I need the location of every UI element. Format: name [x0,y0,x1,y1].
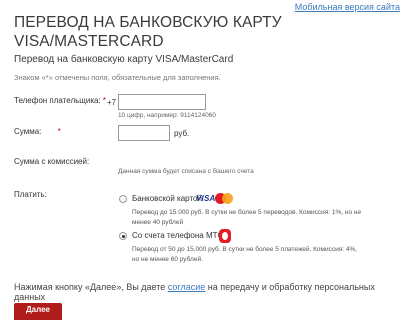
required-fields-note: Знаком «*» отмечены поля, обязательные д… [14,73,221,82]
payment-label: Платить: [14,190,47,199]
radio-bank-card[interactable] [119,195,127,203]
commission-note: Данная сумма будет списана с Вашего счет… [118,168,254,175]
commission-label: Сумма с комиссией: [14,157,90,166]
mts-logo-icon [219,229,231,243]
option-mts-description: Перевод от 50 до 15.000 руб. В сутки не … [132,246,358,263]
next-button[interactable]: Далее [14,303,62,320]
amount-unit: руб. [174,129,190,138]
option-mts-label[interactable]: Со счета телефона МТС [132,231,223,240]
page-title: ПЕРЕВОД НА БАНКОВСКУЮ КАРТУ VISA/MASTERC… [14,13,282,51]
option-bank-card-label[interactable]: Банковской картой [132,194,202,203]
phone-required-mark: * [102,96,107,105]
phone-hint: 10 цифр, например: 9114124060 [118,112,216,119]
phone-label-text: Телефон плательщика: [14,96,101,105]
amount-required-mark: * [57,127,61,136]
consent-text-before: Нажимая кнопку «Далее», Вы даете [14,282,168,292]
consent-text: Нажимая кнопку «Далее», Вы даете согласи… [14,282,406,302]
page-title-line-1: ПЕРЕВОД НА БАНКОВСКУЮ КАРТУ [14,14,282,31]
consent-link[interactable]: согласие [168,282,205,292]
phone-label: Телефон плательщика: * [14,96,106,105]
page-title-line-2: VISA/MASTERCARD [14,33,164,50]
page-subtitle: Перевод на банковскую карту VISA/MasterC… [14,54,234,65]
amount-label-text: Сумма: [14,127,42,136]
mastercard-logo-icon [215,193,233,204]
visa-logo-icon: VISA [196,194,216,203]
amount-input[interactable] [118,125,170,141]
phone-input[interactable] [118,94,206,110]
phone-prefix: +7 [107,98,117,107]
radio-mts-phone[interactable] [119,232,127,240]
amount-label: Сумма: * [14,127,61,136]
option-bank-card-description: Перевод до 15.000 руб. В сутки не более … [132,209,362,226]
mobile-version-link[interactable]: Мобильная версия сайта [295,2,400,12]
